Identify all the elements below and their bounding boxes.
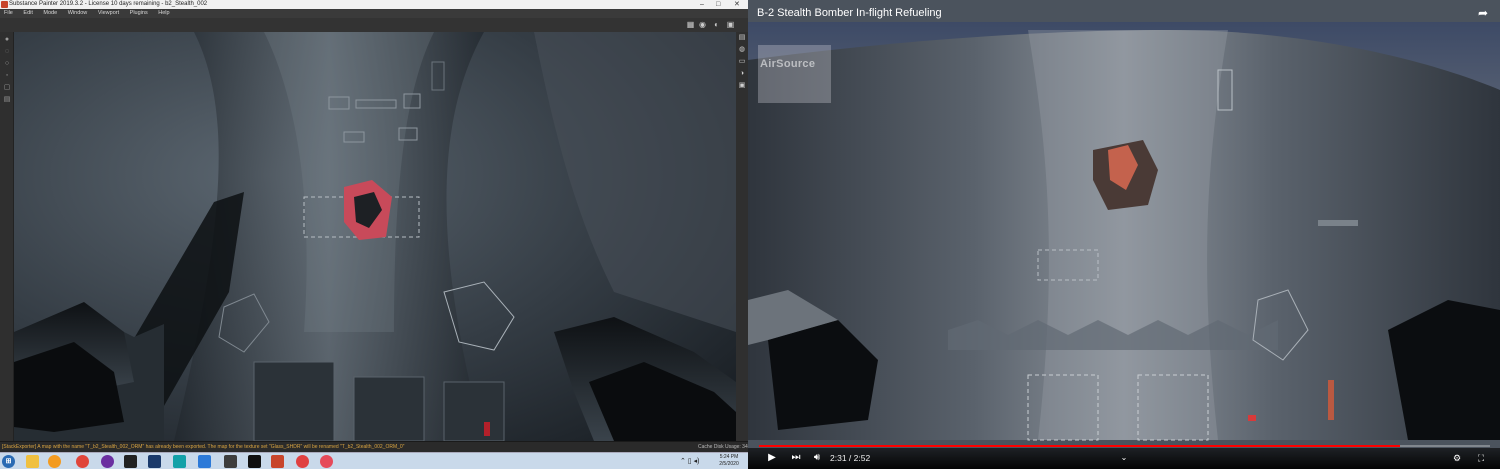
picker-icon[interactable]: ▢ <box>3 84 11 92</box>
video-title[interactable]: B-2 Stealth Bomber In-flight Refueling <box>757 6 942 20</box>
taskbar: ⊞ ⌃ ▯ ◂) 5:24 PM 2/5/2020 <box>0 452 748 469</box>
layers-panel-icon[interactable]: ▤ <box>738 34 746 42</box>
shader-icon[interactable]: ◑ <box>738 70 746 78</box>
window-title: Substance Painter 2019.3.2 - License 10 … <box>9 1 208 7</box>
video-frame[interactable] <box>748 0 1500 469</box>
time-display: 2:31 / 2:52 <box>830 453 871 463</box>
menu-mode[interactable]: Mode <box>43 10 57 16</box>
minimize-button[interactable]: – <box>700 0 704 9</box>
menu-edit[interactable]: Edit <box>23 10 32 16</box>
log-bar: [StackExporter] A map with the name "T_b… <box>0 441 748 452</box>
clock-time: 5:24 PM <box>719 454 739 460</box>
unreal-icon[interactable] <box>124 455 137 468</box>
properties-icon[interactable]: ◍ <box>738 46 746 54</box>
eraser-icon[interactable]: ◌ <box>3 48 11 56</box>
b2-model-render <box>14 32 736 441</box>
player-controls: ▶ ⏭ 🔊︎ 2:31 / 2:52 ⌄ ⚙ ⛶ <box>748 448 1500 469</box>
toolbar: ▦ ◉ ◐ ▣ <box>0 18 748 32</box>
chrome-icon[interactable] <box>76 455 89 468</box>
menu-viewport[interactable]: Viewport <box>98 10 119 16</box>
clock-date: 2/5/2020 <box>719 461 739 467</box>
app-icon-9[interactable] <box>224 455 237 468</box>
media-player-icon[interactable] <box>48 455 61 468</box>
screenshot-icon[interactable]: ▣ <box>726 20 735 29</box>
chevron-down-icon[interactable]: ⌄ <box>1118 451 1130 465</box>
3d-viewport[interactable] <box>14 32 736 441</box>
video-player[interactable]: AirSource B-2 Stealth Bomber In-flight R… <box>748 0 1500 469</box>
left-toolbar: ● ◌ ○ ◦ ▢ ▤ <box>0 32 14 441</box>
substance-painter-window: Substance Painter 2019.3.2 - License 10 … <box>0 0 748 469</box>
texture-set-icon[interactable]: ▣ <box>738 82 746 90</box>
maya-icon[interactable] <box>173 455 186 468</box>
substance-icon[interactable] <box>271 455 284 468</box>
photoshop-icon[interactable] <box>148 455 161 468</box>
cache-status: Cache Disk Usage: 34% <box>698 444 748 450</box>
menu-help[interactable]: Help <box>158 10 169 16</box>
smudge-icon[interactable]: ◦ <box>3 72 11 80</box>
screen: Substance Painter 2019.3.2 - License 10 … <box>0 0 1500 469</box>
explorer-icon[interactable] <box>26 455 39 468</box>
view-icon[interactable]: ◐ <box>712 20 721 29</box>
next-icon[interactable]: ⏭ <box>790 451 802 465</box>
obs-icon[interactable] <box>101 455 114 468</box>
paint-brush-icon[interactable]: ● <box>3 36 11 44</box>
close-button[interactable]: ✕ <box>734 0 740 9</box>
progress-bar[interactable] <box>759 445 1490 447</box>
record-icon[interactable] <box>296 455 309 468</box>
epic-icon[interactable] <box>248 455 261 468</box>
app-icon-8[interactable] <box>198 455 211 468</box>
progress-bar-played <box>759 445 1401 447</box>
fullscreen-exit-icon[interactable]: ⛶ <box>1474 451 1488 465</box>
log-message: [StackExporter] A map with the name "T_b… <box>2 444 405 450</box>
menu-bar: File Edit Mode Window Viewport Plugins H… <box>0 9 748 18</box>
projection-icon[interactable]: ○ <box>3 60 11 68</box>
right-toolbar: ▤ ◍ ▭ ◑ ▣ <box>736 32 748 441</box>
grid-icon[interactable]: ▦ <box>686 20 695 29</box>
volume-icon[interactable]: 🔊︎ <box>810 451 824 465</box>
app-icon-13[interactable] <box>320 455 333 468</box>
tray-icons[interactable]: ⌃ ▯ ◂) <box>680 457 699 466</box>
watermark-text: AirSource <box>760 58 816 70</box>
menu-plugins[interactable]: Plugins <box>130 10 148 16</box>
share-icon[interactable]: ➦ <box>1478 6 1492 20</box>
start-button[interactable]: ⊞ <box>2 455 15 468</box>
play-icon[interactable]: ▶ <box>766 451 778 465</box>
settings-icon[interactable]: ⚙ <box>1450 451 1464 465</box>
video-still <box>748 0 1500 469</box>
display-settings-icon[interactable]: ▭ <box>738 58 746 66</box>
maximize-button[interactable]: □ <box>716 0 720 9</box>
window-titlebar[interactable]: Substance Painter 2019.3.2 - License 10 … <box>0 0 748 9</box>
channel-watermark: AirSource <box>758 45 831 103</box>
menu-file[interactable]: File <box>4 10 13 16</box>
menu-window[interactable]: Window <box>68 10 88 16</box>
layer-icon[interactable]: ▤ <box>3 96 11 104</box>
app-icon <box>1 1 8 8</box>
camera-icon[interactable]: ◉ <box>698 20 707 29</box>
system-clock[interactable]: 5:24 PM 2/5/2020 <box>712 454 746 468</box>
